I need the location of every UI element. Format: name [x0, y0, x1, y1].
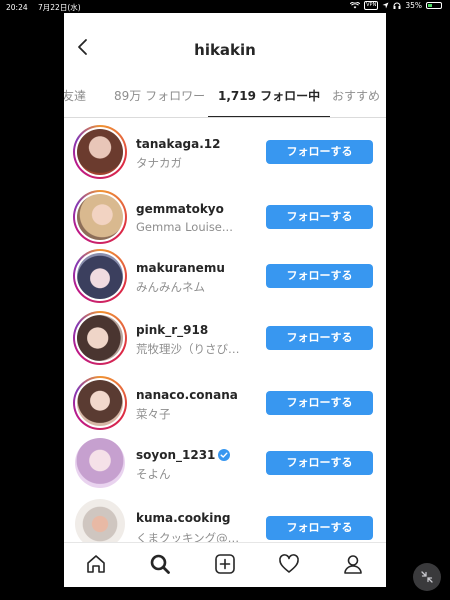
heart-icon[interactable]	[278, 553, 300, 575]
list-item[interactable]: makuranemu みんみんネム フォローする	[64, 249, 386, 309]
battery-percent: 35%	[405, 1, 422, 10]
username[interactable]: pink_r_918	[136, 323, 208, 337]
tab-following[interactable]: 1,719 フォロー中	[208, 75, 331, 117]
username[interactable]: nanaco.conana	[136, 388, 238, 402]
status-time: 20:24	[6, 3, 28, 12]
headphones-icon	[393, 2, 401, 9]
header: hikakin	[64, 13, 386, 83]
verified-badge-icon	[218, 449, 231, 461]
follow-button[interactable]: フォローする	[266, 140, 373, 164]
full-name: みんみんネム	[136, 280, 205, 294]
avatar[interactable]	[73, 249, 127, 303]
username[interactable]: soyon_1231	[136, 448, 231, 462]
follow-button[interactable]: フォローする	[266, 205, 373, 229]
search-icon[interactable]	[149, 553, 171, 575]
vpn-badge: VPN	[364, 1, 379, 10]
follow-button[interactable]: フォローする	[266, 516, 373, 540]
home-icon[interactable]	[85, 553, 107, 575]
profile-icon[interactable]	[342, 553, 364, 575]
list-item[interactable]: gemmatokyo Gemma Louise... フォローする	[64, 190, 386, 250]
tab-followers[interactable]: 89万 フォロワー	[114, 75, 205, 117]
location-icon	[382, 2, 389, 9]
avatar[interactable]	[73, 436, 127, 490]
tab-bar: の友達 89万 フォロワー 1,719 フォロー中 おすすめ	[64, 75, 386, 118]
avatar[interactable]	[73, 125, 127, 179]
full-name: 菜々子	[136, 407, 171, 421]
avatar[interactable]	[73, 190, 127, 244]
page-title: hikakin	[194, 41, 256, 59]
status-date: 7月22日(水)	[38, 3, 81, 12]
battery-icon	[426, 2, 442, 9]
avatar[interactable]	[73, 376, 127, 430]
full-name: 荒牧理沙（りさび…	[136, 342, 240, 356]
tab-mutual-friends[interactable]: の友達	[64, 75, 86, 117]
full-name: そよん	[136, 467, 171, 481]
bottom-nav	[64, 542, 386, 587]
follow-button[interactable]: フォローする	[266, 391, 373, 415]
add-post-icon[interactable]	[214, 553, 236, 575]
follow-button[interactable]: フォローする	[266, 451, 373, 475]
tab-suggested[interactable]: おすすめ	[332, 75, 380, 117]
full-name: Gemma Louise...	[136, 220, 233, 234]
username[interactable]: tanakaga.12	[136, 137, 221, 151]
follow-button[interactable]: フォローする	[266, 264, 373, 288]
app-screen: hikakin の友達 89万 フォロワー 1,719 フォロー中 おすすめ t…	[64, 13, 386, 587]
list-item[interactable]: soyon_1231 そよん フォローする	[64, 436, 386, 496]
full-name: タナカガ	[136, 156, 182, 170]
list-item[interactable]: pink_r_918 荒牧理沙（りさび… フォローする	[64, 311, 386, 371]
username[interactable]: gemmatokyo	[136, 202, 224, 216]
username[interactable]: kuma.cooking	[136, 511, 231, 525]
wifi-icon	[350, 2, 361, 9]
collapse-arrows-icon	[421, 571, 433, 583]
list-item[interactable]: nanaco.conana 菜々子 フォローする	[64, 376, 386, 436]
list-item[interactable]: tanakaga.12 タナカガ フォローする	[64, 125, 386, 185]
avatar[interactable]	[73, 311, 127, 365]
collapse-window-button[interactable]	[413, 563, 441, 591]
follow-button[interactable]: フォローする	[266, 326, 373, 350]
username[interactable]: makuranemu	[136, 261, 225, 275]
username-text: soyon_1231	[136, 448, 216, 462]
status-bar: 20:24 7月22日(水) VPN 35%	[0, 0, 450, 13]
